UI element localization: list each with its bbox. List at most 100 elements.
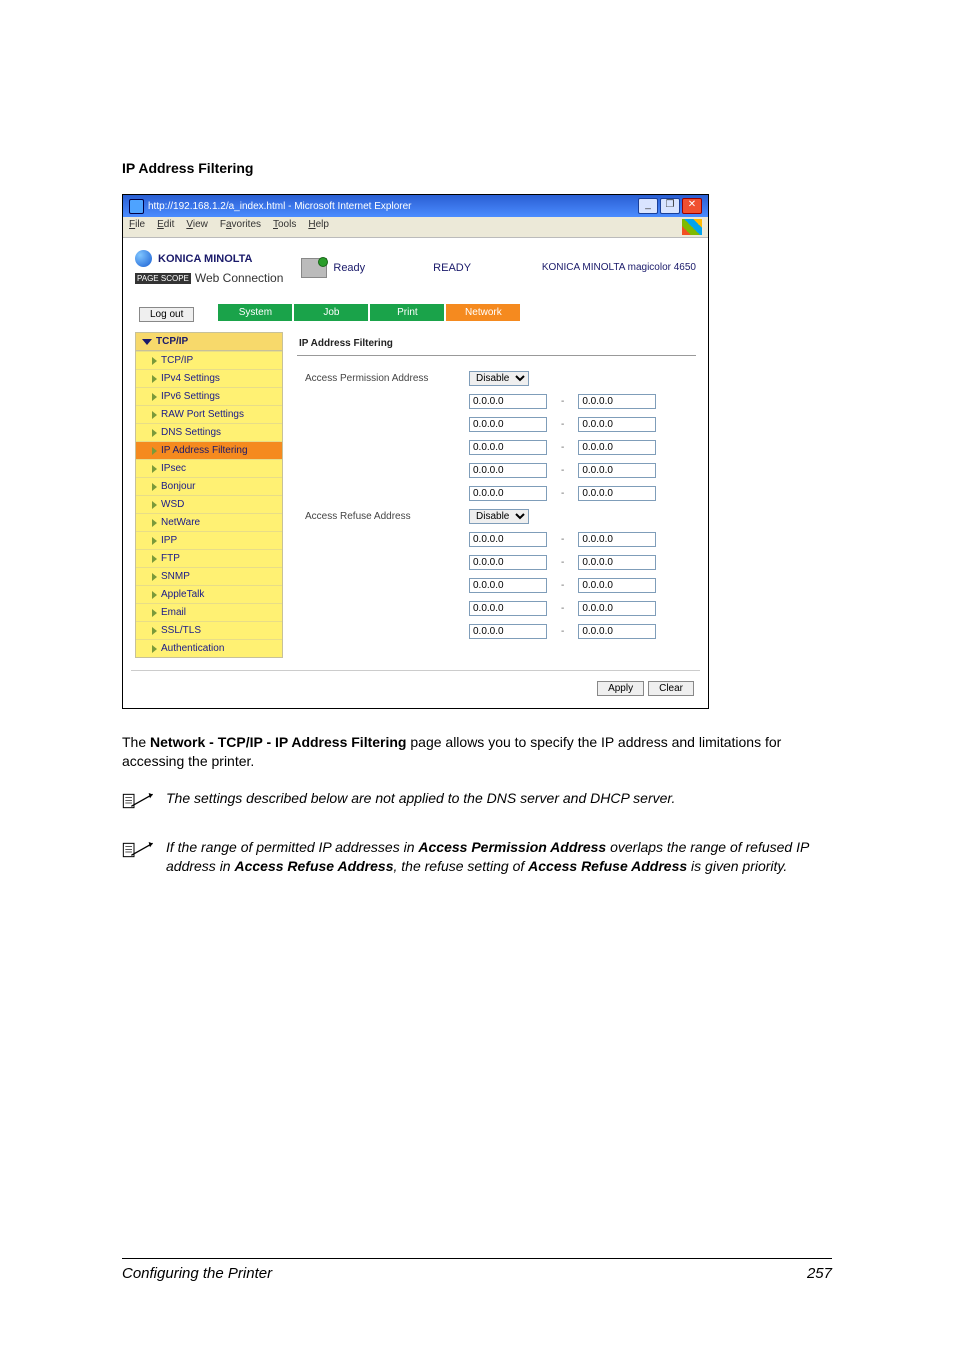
note-1: The settings described below are not app… (122, 789, 832, 816)
sidebar-item-ipv6[interactable]: IPv6 Settings (136, 387, 282, 405)
permission-label: Access Permission Address (299, 368, 461, 389)
menu-favorites[interactable]: Favorites (220, 219, 261, 235)
perm-to-2[interactable] (578, 417, 656, 432)
perm-to-5[interactable] (578, 486, 656, 501)
permission-select[interactable]: Disable (469, 371, 529, 386)
perm-from-3[interactable] (469, 440, 547, 455)
browser-window: http://192.168.1.2/a_index.html - Micros… (122, 194, 709, 709)
footer-left: Configuring the Printer (122, 1265, 272, 1282)
sidebar-item-appletalk[interactable]: AppleTalk (136, 585, 282, 603)
model-label: KONICA MINOLTA magicolor 4650 (542, 262, 696, 273)
ref-to-5[interactable] (578, 624, 656, 639)
perm-from-2[interactable] (469, 417, 547, 432)
arrow-icon (152, 609, 157, 617)
sidebar-item-ipv4[interactable]: IPv4 Settings (136, 369, 282, 387)
arrow-icon (152, 429, 157, 437)
ref-from-3[interactable] (469, 578, 547, 593)
sidebar-item-ftp[interactable]: FTP (136, 549, 282, 567)
arrow-icon (152, 519, 157, 527)
perm-to-1[interactable] (578, 394, 656, 409)
printer-status: Ready (301, 258, 365, 278)
pagescope-badge: PAGE SCOPE (135, 273, 191, 284)
arrow-icon (152, 555, 157, 563)
sidebar-item-netware[interactable]: NetWare (136, 513, 282, 531)
sidebar-item-wsd[interactable]: WSD (136, 495, 282, 513)
perm-to-3[interactable] (578, 440, 656, 455)
ref-from-5[interactable] (469, 624, 547, 639)
titlebar: http://192.168.1.2/a_index.html - Micros… (123, 195, 708, 217)
sidebar-item-auth[interactable]: Authentication (136, 639, 282, 657)
section-title: IP Address Filtering (297, 332, 696, 356)
arrow-icon (152, 393, 157, 401)
arrow-icon (152, 627, 157, 635)
menu-edit[interactable]: Edit (157, 219, 174, 235)
sidebar-item-ssltls[interactable]: SSL/TLS (136, 621, 282, 639)
sidebar-item-ipfilter[interactable]: IP Address Filtering (136, 441, 282, 459)
arrow-icon (152, 591, 157, 599)
sidebar-item-tcpip[interactable]: TCP/IP (136, 351, 282, 369)
window-title: http://192.168.1.2/a_index.html - Micros… (148, 201, 411, 212)
brand-name: KONICA MINOLTA (158, 253, 253, 265)
menu-tools[interactable]: Tools (273, 219, 296, 235)
arrow-icon (152, 447, 157, 455)
printer-icon (301, 258, 327, 278)
perm-from-5[interactable] (469, 486, 547, 501)
perm-from-4[interactable] (469, 463, 547, 478)
sidebar-item-dns[interactable]: DNS Settings (136, 423, 282, 441)
ms-logo-icon (682, 219, 702, 235)
tab-network[interactable]: Network (446, 304, 520, 321)
page-heading: IP Address Filtering (122, 160, 832, 176)
logout-button[interactable]: Log out (139, 307, 194, 322)
ready-banner: READY (433, 262, 471, 274)
apply-button[interactable]: Apply (597, 681, 644, 696)
ie-icon (129, 199, 144, 214)
note-2: If the range of permitted IP addresses i… (122, 838, 832, 876)
ref-to-3[interactable] (578, 578, 656, 593)
arrow-icon (152, 645, 157, 653)
tab-job[interactable]: Job (294, 304, 368, 321)
brand-block: KONICA MINOLTA PAGE SCOPE Web Connection (135, 250, 283, 285)
ref-from-4[interactable] (469, 601, 547, 616)
arrow-icon (152, 537, 157, 545)
perm-from-1[interactable] (469, 394, 547, 409)
main-panel: IP Address Filtering Access Permission A… (297, 332, 696, 658)
status-label: Ready (333, 262, 365, 274)
sidebar-item-ipp[interactable]: IPP (136, 531, 282, 549)
arrow-icon (152, 375, 157, 383)
refuse-select[interactable]: Disable (469, 509, 529, 524)
note-icon (122, 789, 154, 816)
chevron-down-icon (142, 339, 152, 345)
minimize-button[interactable]: _ (638, 198, 658, 214)
brand-suffix: Web Connection (195, 271, 284, 285)
sidebar-head-tcpip[interactable]: TCP/IP (136, 333, 282, 351)
tab-system[interactable]: System (218, 304, 292, 321)
ref-to-4[interactable] (578, 601, 656, 616)
ref-to-1[interactable] (578, 532, 656, 547)
note-1-text: The settings described below are not app… (166, 789, 675, 816)
ref-from-2[interactable] (469, 555, 547, 570)
clear-button[interactable]: Clear (648, 681, 694, 696)
close-button[interactable]: ✕ (682, 198, 702, 214)
arrow-icon (152, 501, 157, 509)
perm-to-4[interactable] (578, 463, 656, 478)
ref-from-1[interactable] (469, 532, 547, 547)
sidebar: TCP/IP TCP/IP IPv4 Settings IPv6 Setting… (135, 332, 283, 658)
ref-to-2[interactable] (578, 555, 656, 570)
footer-rule (122, 1258, 832, 1259)
sidebar-item-ipsec[interactable]: IPsec (136, 459, 282, 477)
globe-icon (135, 250, 152, 267)
arrow-icon (152, 465, 157, 473)
menu-help[interactable]: Help (308, 219, 329, 235)
tab-print[interactable]: Print (370, 304, 444, 321)
maximize-button[interactable]: ❐ (660, 198, 680, 214)
range-sep: - (555, 391, 570, 412)
tab-bar: System Job Print Network (218, 304, 520, 321)
sidebar-item-email[interactable]: Email (136, 603, 282, 621)
sidebar-item-snmp[interactable]: SNMP (136, 567, 282, 585)
sidebar-item-bonjour[interactable]: Bonjour (136, 477, 282, 495)
menu-view[interactable]: View (186, 219, 208, 235)
arrow-icon (152, 573, 157, 581)
refuse-label: Access Refuse Address (299, 506, 461, 527)
sidebar-item-rawport[interactable]: RAW Port Settings (136, 405, 282, 423)
menu-file[interactable]: File (129, 219, 145, 235)
